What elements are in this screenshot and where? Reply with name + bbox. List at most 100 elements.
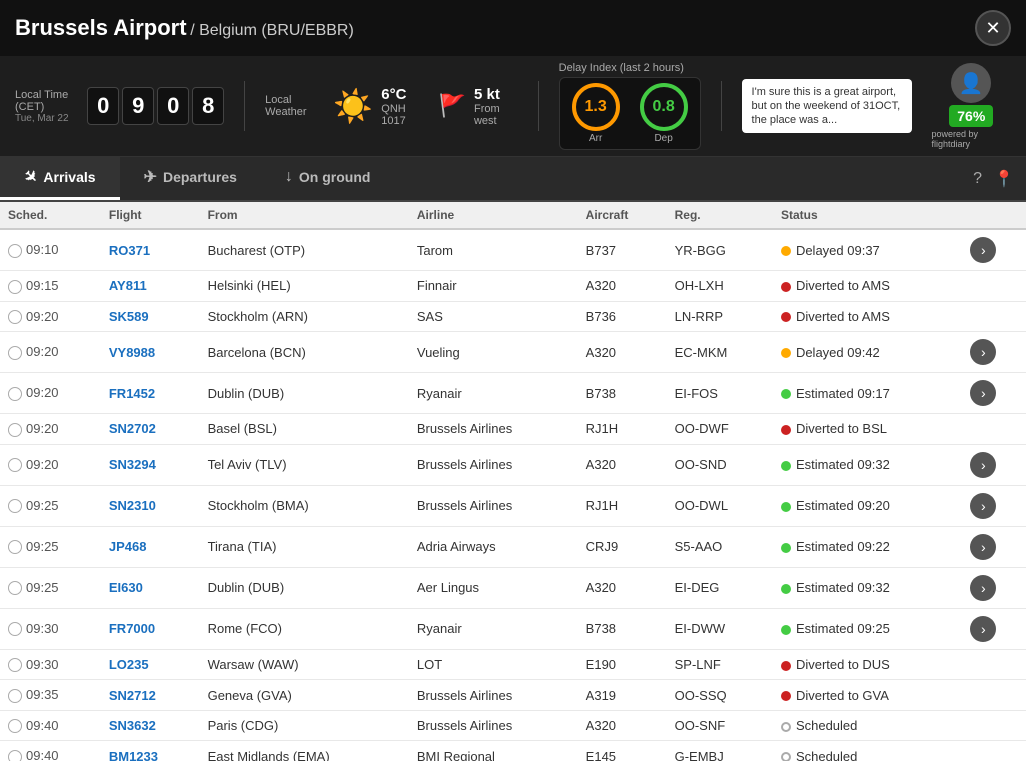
cell-status: Delayed 09:37 [773, 229, 962, 271]
cell-sched: 09:15 [0, 271, 101, 302]
cell-action[interactable] [962, 710, 1026, 741]
cell-aircraft: A320 [578, 332, 667, 373]
table-row: 09:30LO235Warsaw (WAW)LOTE190SP-LNFDiver… [0, 649, 1026, 680]
cell-aircraft: RJ1H [578, 414, 667, 445]
cell-airline: Brussels Airlines [409, 710, 578, 741]
cell-action[interactable] [962, 271, 1026, 302]
cell-airline: LOT [409, 649, 578, 680]
cell-sched: 09:20 [0, 414, 101, 445]
detail-arrow-button[interactable]: › [970, 534, 996, 560]
table-row: 09:20FR1452Dublin (DUB)RyanairB738EI-FOS… [0, 373, 1026, 414]
tab-on-ground[interactable]: ↓ On ground [261, 157, 395, 200]
cell-action[interactable] [962, 301, 1026, 332]
cell-action[interactable]: › [962, 526, 1026, 567]
table-row: 09:35SN2712Geneva (GVA)Brussels Airlines… [0, 680, 1026, 711]
cell-airline: Adria Airways [409, 526, 578, 567]
cell-action[interactable]: › [962, 567, 1026, 608]
digit-m2: 8 [192, 87, 224, 125]
cell-status: Diverted to AMS [773, 301, 962, 332]
detail-arrow-button[interactable]: › [970, 575, 996, 601]
cell-status: Estimated 09:20 [773, 485, 962, 526]
cell-flight[interactable]: SN2712 [101, 680, 200, 711]
cell-action[interactable]: › [962, 332, 1026, 373]
airport-name: Brussels Airport [15, 15, 187, 40]
cell-reg: S5-AAO [667, 526, 773, 567]
help-icon[interactable]: ? [973, 170, 982, 188]
dep-value: 0.8 [653, 98, 675, 116]
review-text: I'm sure this is a great airport, but on… [752, 86, 901, 127]
cell-aircraft: E190 [578, 649, 667, 680]
cell-reg: SP-LNF [667, 649, 773, 680]
delay-index-label: Delay Index (last 2 hours) [559, 62, 684, 74]
table-row: 09:20VY8988Barcelona (BCN)VuelingA320EC-… [0, 332, 1026, 373]
local-time-label: Local Time (CET) [15, 89, 79, 113]
table-row: 09:30FR7000Rome (FCO)RyanairB738EI-DWWEs… [0, 608, 1026, 649]
on-ground-icon: ↓ [285, 168, 293, 186]
cell-action[interactable] [962, 414, 1026, 445]
cell-status: Estimated 09:17 [773, 373, 962, 414]
detail-arrow-button[interactable]: › [970, 339, 996, 365]
cell-reg: EI-FOS [667, 373, 773, 414]
cell-action[interactable]: › [962, 373, 1026, 414]
cell-sched: 09:40 [0, 710, 101, 741]
detail-arrow-button[interactable]: › [970, 452, 996, 478]
close-button[interactable]: ✕ [975, 10, 1011, 46]
detail-arrow-button[interactable]: › [970, 493, 996, 519]
cell-airline: Ryanair [409, 608, 578, 649]
qnh: QNH 1017 [381, 103, 425, 127]
cell-flight[interactable]: VY8988 [101, 332, 200, 373]
tab-departures[interactable]: ✈ Departures [120, 157, 261, 200]
cell-flight[interactable]: FR1452 [101, 373, 200, 414]
tab-departures-label: Departures [163, 169, 237, 185]
cell-reg: OO-SNF [667, 710, 773, 741]
cell-sched: 09:25 [0, 526, 101, 567]
cell-action[interactable]: › [962, 608, 1026, 649]
cell-flight[interactable]: EI630 [101, 567, 200, 608]
cell-status: Estimated 09:32 [773, 567, 962, 608]
cell-from: Rome (FCO) [200, 608, 409, 649]
table-row: 09:15AY811Helsinki (HEL)FinnairA320OH-LX… [0, 271, 1026, 302]
cell-reg: OO-DWL [667, 485, 773, 526]
arr-value: 1.3 [585, 98, 607, 116]
cell-flight[interactable]: SK589 [101, 301, 200, 332]
col-action [962, 202, 1026, 229]
tab-arrivals[interactable]: ✈ Arrivals [0, 157, 120, 200]
cell-action[interactable] [962, 649, 1026, 680]
cell-status: Diverted to GVA [773, 680, 962, 711]
cell-action[interactable]: › [962, 229, 1026, 271]
cell-airline: Brussels Airlines [409, 680, 578, 711]
cell-flight[interactable]: SN2310 [101, 485, 200, 526]
cell-airline: Finnair [409, 271, 578, 302]
cell-flight[interactable]: RO371 [101, 229, 200, 271]
airport-subtitle: / Belgium (BRU/EBBR) [190, 22, 354, 39]
table-row: 09:25JP468Tirana (TIA)Adria AirwaysCRJ9S… [0, 526, 1026, 567]
cell-flight[interactable]: SN3632 [101, 710, 200, 741]
local-time-section: Local Time (CET) Tue, Mar 22 0 9 0 8 [15, 87, 224, 125]
cell-aircraft: A320 [578, 271, 667, 302]
cell-flight[interactable]: JP468 [101, 526, 200, 567]
cell-flight[interactable]: SN2702 [101, 414, 200, 445]
cell-reg: LN-RRP [667, 301, 773, 332]
cell-flight[interactable]: SN3294 [101, 444, 200, 485]
col-aircraft: Aircraft [578, 202, 667, 229]
col-flight: Flight [101, 202, 200, 229]
location-icon[interactable]: 📍 [994, 169, 1014, 189]
cell-flight[interactable]: LO235 [101, 649, 200, 680]
powered-by: powered by flightdiary [932, 129, 1011, 149]
cell-action[interactable]: › [962, 485, 1026, 526]
cell-flight[interactable]: FR7000 [101, 608, 200, 649]
cell-flight[interactable]: AY811 [101, 271, 200, 302]
weather-details: 6°C QNH 1017 [381, 86, 425, 127]
cell-action[interactable] [962, 680, 1026, 711]
cell-sched: 09:20 [0, 332, 101, 373]
detail-arrow-button[interactable]: › [970, 380, 996, 406]
cell-reg: OH-LXH [667, 271, 773, 302]
cell-action[interactable]: › [962, 444, 1026, 485]
col-sched: Sched. [0, 202, 101, 229]
digit-h1: 0 [87, 87, 119, 125]
wind-speed: 5 kt [474, 86, 518, 103]
detail-arrow-button[interactable]: › [970, 237, 996, 263]
time-digits: 0 9 0 8 [87, 87, 224, 125]
cell-reg: EI-DEG [667, 567, 773, 608]
detail-arrow-button[interactable]: › [970, 616, 996, 642]
